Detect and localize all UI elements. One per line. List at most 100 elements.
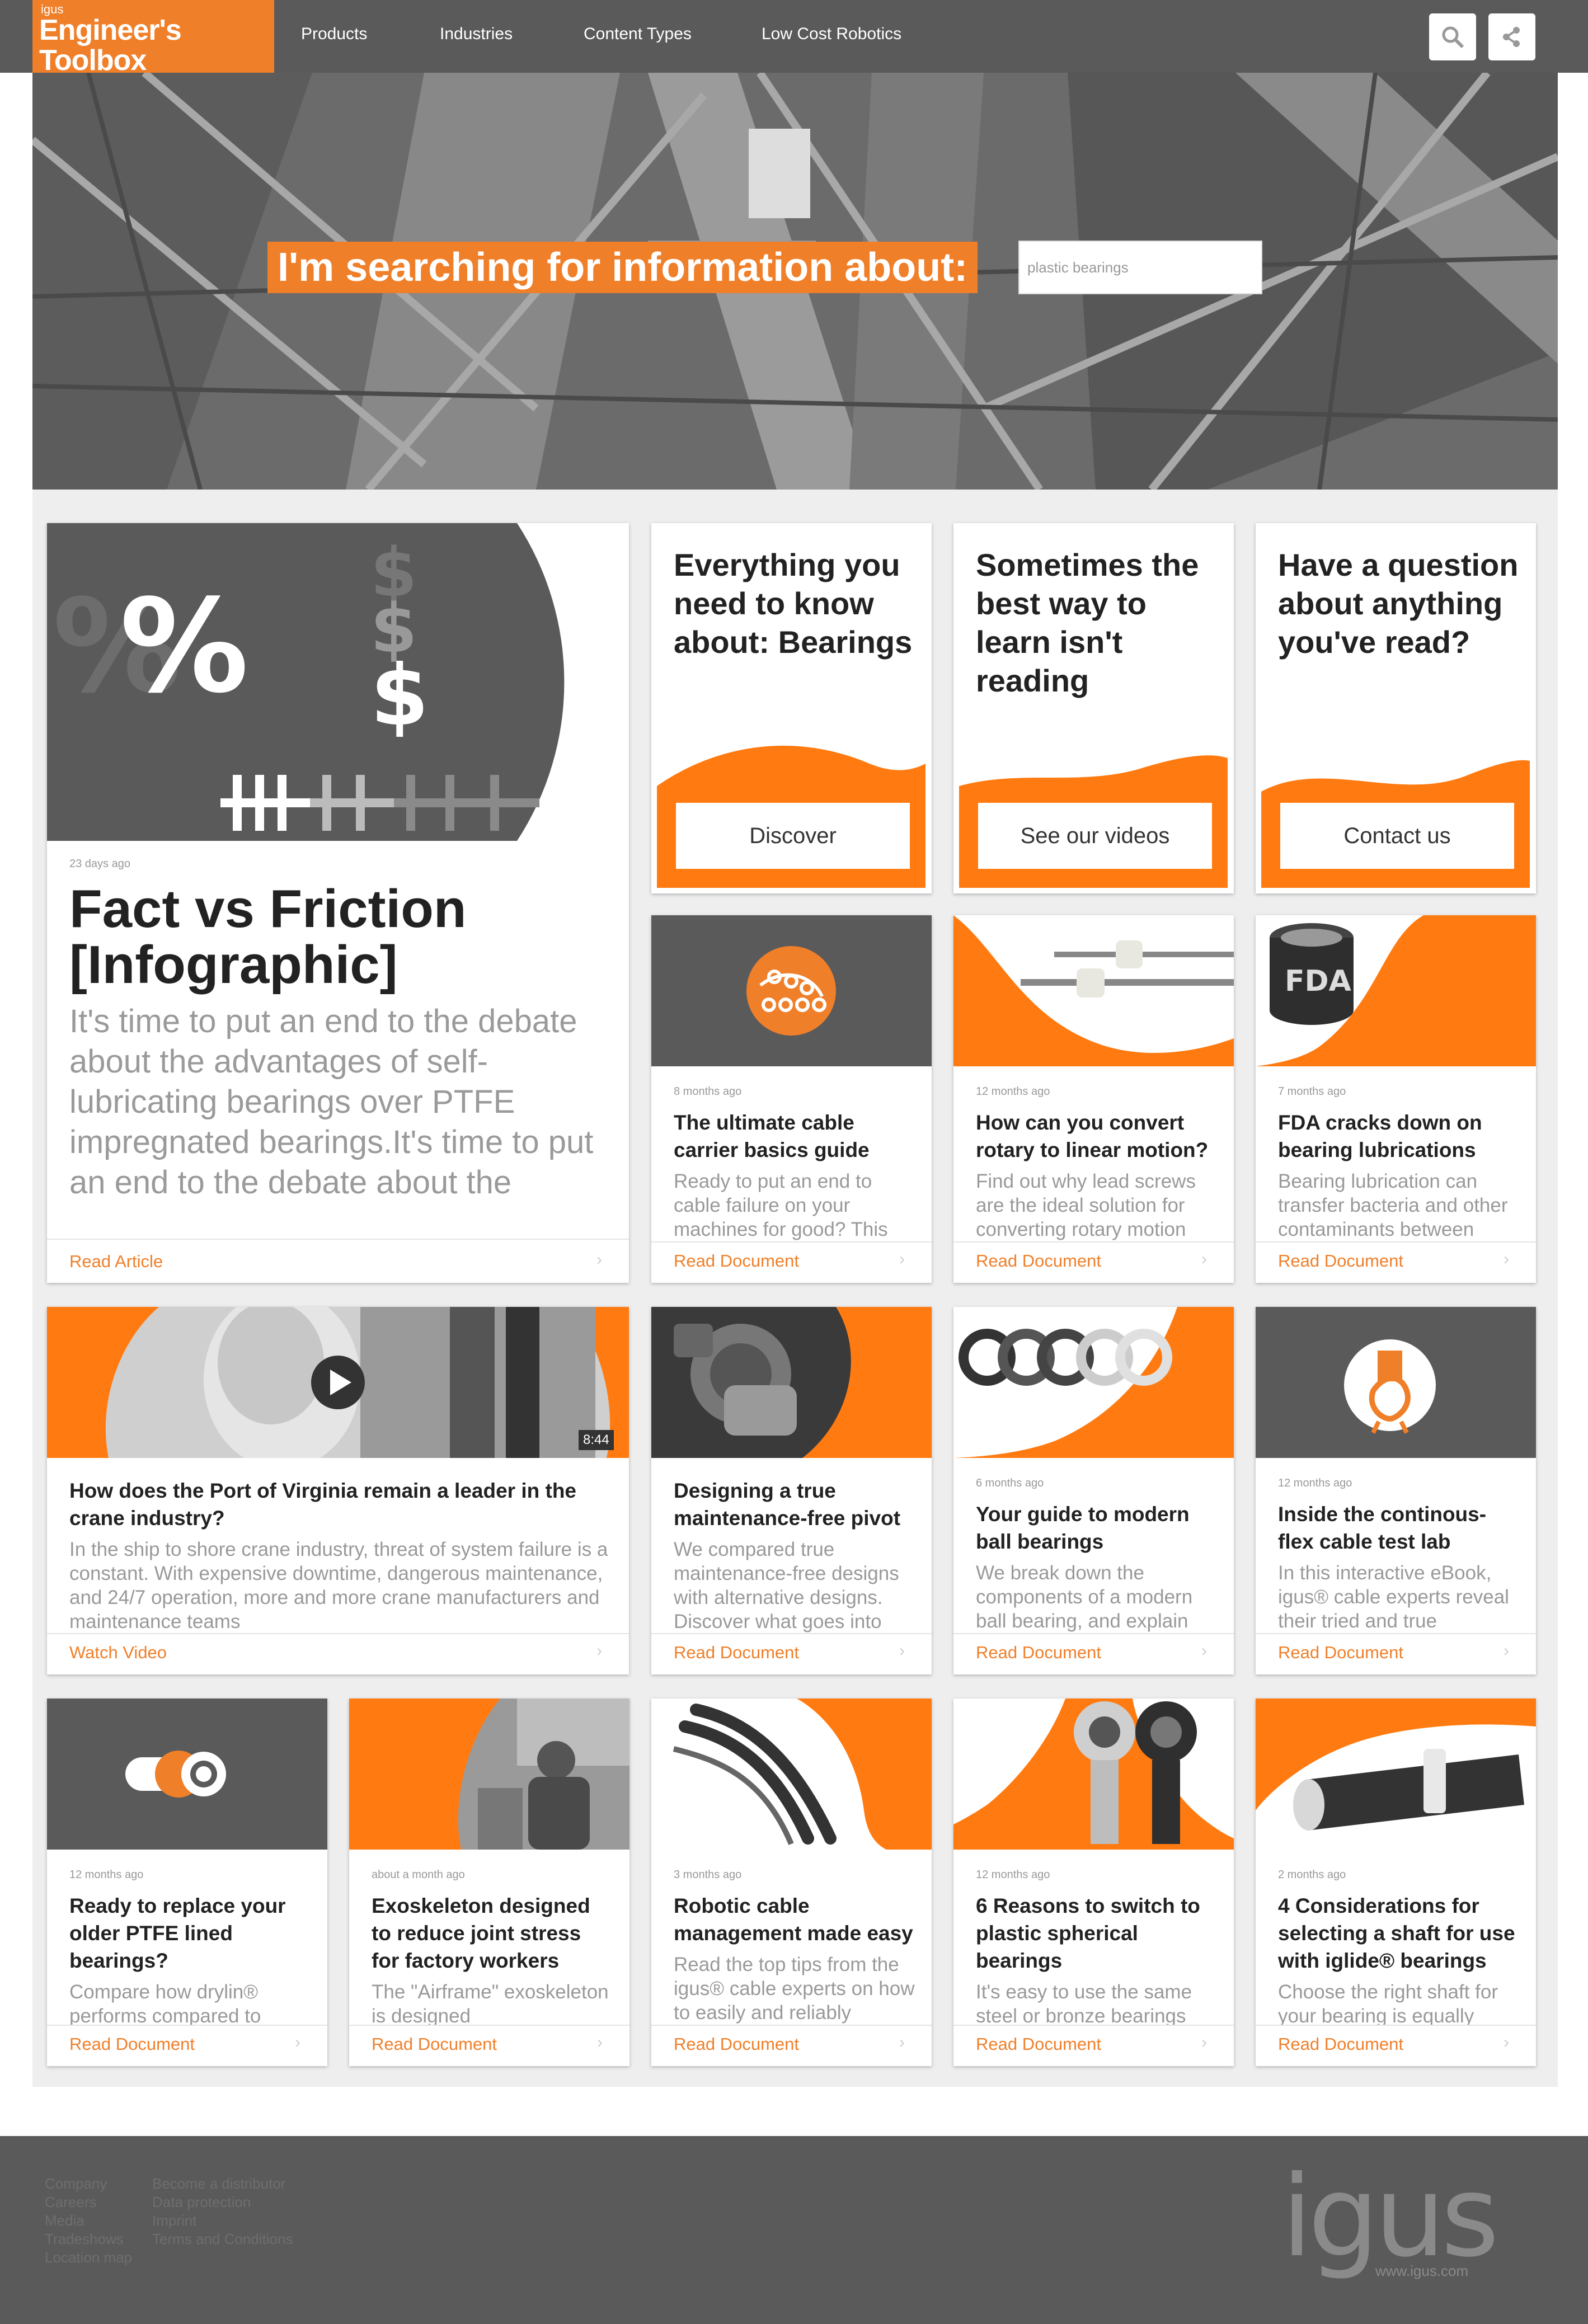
card-divider	[1256, 2025, 1536, 2026]
discover-button[interactable]: Discover	[676, 803, 910, 869]
card-title: Exoskeleton designed to reduce joint str…	[372, 1894, 590, 1972]
footer-link-location-map[interactable]: Location map	[45, 2248, 132, 2267]
footer-link-tradeshows[interactable]: Tradeshows	[45, 2230, 132, 2248]
card-ptfe-bearings[interactable]: 12 months ago Ready to replace your olde…	[47, 1699, 327, 2066]
share-button[interactable]	[1488, 13, 1535, 60]
footer-link-become-distributor[interactable]: Become a distributor	[152, 2175, 293, 2193]
chevron-right-icon: ›	[899, 1641, 905, 1660]
card-description: It's easy to use the same steel or bronz…	[976, 1981, 1192, 2025]
pivot-bearing-image	[651, 1307, 851, 1458]
card-age: 12 months ago	[1278, 1477, 1352, 1489]
card-description: We break down the components of a modern…	[976, 1562, 1193, 1632]
search-button[interactable]	[1429, 13, 1476, 60]
promo-card-bearings[interactable]: Everything you need to know about: Beari…	[651, 523, 932, 893]
chevron-right-icon: ›	[1504, 1250, 1509, 1268]
footer-links-col1: Company Careers Media Tradeshows Locatio…	[45, 2175, 132, 2267]
footer-link-careers[interactable]: Careers	[45, 2193, 132, 2212]
card-divider	[953, 1241, 1234, 1243]
card-thumbnail	[953, 915, 1234, 1066]
footer-link-company[interactable]: Company	[45, 2175, 132, 2193]
read-document-link[interactable]: Read Document	[372, 2034, 497, 2054]
read-document-link[interactable]: Read Document	[1278, 1643, 1403, 1663]
promo-title: Have a question about anything you've re…	[1278, 547, 1519, 660]
nav-industries[interactable]: Industries	[440, 25, 513, 44]
footer-link-media[interactable]: Media	[45, 2212, 132, 2230]
card-cable-test-lab[interactable]: 12 months ago Inside the continous-flex …	[1256, 1307, 1536, 1674]
card-title: Ready to replace your older PTFE lined b…	[69, 1894, 286, 1972]
card-cable-carrier[interactable]: 8 months ago The ultimate cable carrier …	[651, 915, 932, 1283]
card-age: about a month ago	[372, 1869, 465, 1881]
read-document-link[interactable]: Read Document	[674, 1643, 799, 1663]
engineers-toolbox-logo[interactable]: igus Engineer's Toolbox	[32, 0, 274, 78]
read-document-link[interactable]: Read Document	[1278, 1251, 1403, 1271]
shaft-bearing-image	[1256, 1699, 1536, 1831]
footer-link-imprint[interactable]: Imprint	[152, 2212, 293, 2230]
featured-description: It's time to put an end to the debate ab…	[69, 1003, 594, 1200]
hero-search-input[interactable]: plastic bearings	[1018, 241, 1262, 294]
nav-products[interactable]: Products	[301, 25, 367, 44]
chevron-right-icon: ›	[295, 2033, 300, 2052]
footer-link-data-protection[interactable]: Data protection	[152, 2193, 293, 2212]
rod-end-bearings-image	[953, 1699, 1234, 1844]
featured-thumbnail: % % $ $ $	[47, 523, 629, 841]
video-thumbnail[interactable]	[47, 1307, 629, 1458]
footer-link-terms[interactable]: Terms and Conditions	[152, 2230, 293, 2248]
chevron-right-icon: ›	[597, 2033, 603, 2052]
read-document-link[interactable]: Read Document	[976, 2034, 1101, 2054]
percent-dollar-infographic-image: % % $ $ $	[47, 523, 565, 841]
card-thumbnail	[1256, 1307, 1536, 1458]
footer-links-col2: Become a distributor Data protection Imp…	[152, 2175, 293, 2248]
card-description: In this interactive eBook, igus® cable e…	[1278, 1562, 1509, 1632]
card-description: Choose the right shaft for your bearing …	[1278, 1981, 1498, 2025]
video-title: How does the Port of Virginia remain a l…	[69, 1479, 577, 1530]
featured-title-line1: Fact vs Friction	[69, 879, 467, 939]
card-exoskeleton[interactable]: about a month ago Exoskeleton designed t…	[349, 1699, 629, 2066]
promo-card-contact[interactable]: Have a question about anything you've re…	[1256, 523, 1536, 893]
card-fda[interactable]: FDA 7 months ago FDA cracks down on bear…	[1256, 915, 1536, 1283]
card-description: Compare how drylin® performs compared to	[69, 1981, 261, 2025]
svg-text:$: $	[370, 647, 429, 745]
featured-read-article-link[interactable]: Read Article	[69, 1252, 163, 1272]
chevron-right-icon: ›	[1504, 1641, 1509, 1660]
card-age: 3 months ago	[674, 1869, 742, 1881]
video-card-port-of-virginia[interactable]: 8:44 How does the Port of Virginia remai…	[47, 1307, 629, 1674]
read-document-link[interactable]: Read Document	[674, 2034, 799, 2054]
card-shaft-selection[interactable]: 2 months ago 4 Considerations for select…	[1256, 1699, 1536, 2066]
card-ball-bearings[interactable]: 6 months ago Your guide to modern ball b…	[953, 1307, 1234, 1674]
promo-title: Sometimes the best way to learn isn't re…	[976, 547, 1199, 698]
chevron-right-icon: ›	[596, 1250, 602, 1269]
card-divider	[953, 2025, 1234, 2026]
igus-footer-logo[interactable]: igus www.igus.com	[1281, 2152, 1505, 2286]
card-maintenance-pivot[interactable]: Designing a true maintenance-free pivot …	[651, 1307, 932, 1674]
card-description: Find out why lead screws are the ideal s…	[976, 1170, 1196, 1240]
card-age: 12 months ago	[976, 1869, 1050, 1881]
card-title: 6 Reasons to switch to plastic spherical…	[976, 1894, 1200, 1972]
logo-line1: Engineer's	[39, 14, 182, 46]
toggle-bearings-icon	[125, 1751, 226, 1798]
read-document-link[interactable]: Read Document	[674, 1251, 799, 1271]
promo-card-videos[interactable]: Sometimes the best way to learn isn't re…	[953, 523, 1234, 893]
watch-video-link[interactable]: Watch Video	[69, 1643, 167, 1663]
nav-low-cost-robotics[interactable]: Low Cost Robotics	[762, 25, 901, 44]
lead-screw-image	[953, 915, 1234, 1066]
read-document-link[interactable]: Read Document	[69, 2034, 195, 2054]
card-title: The ultimate cable carrier basics guide	[674, 1111, 870, 1161]
card-description: Read the top tips from the igus® cable e…	[674, 1954, 915, 2024]
read-document-link[interactable]: Read Document	[976, 1643, 1101, 1663]
chevron-right-icon: ›	[899, 1250, 905, 1268]
card-title: Your guide to modern ball bearings	[976, 1503, 1190, 1553]
card-divider	[47, 2025, 327, 2026]
card-rotary-linear[interactable]: 12 months ago How can you convert rotary…	[953, 915, 1234, 1283]
featured-title-line2: [Infographic]	[69, 935, 398, 995]
logo-line2: Toolbox	[39, 44, 147, 77]
see-our-videos-button[interactable]: See our videos	[978, 803, 1212, 869]
contact-us-button[interactable]: Contact us	[1280, 803, 1514, 869]
nav-content-types[interactable]: Content Types	[584, 25, 692, 44]
card-title: Robotic cable management made easy	[674, 1894, 913, 1945]
card-spherical-bearings[interactable]: 12 months ago 6 Reasons to switch to pla…	[953, 1699, 1234, 2066]
read-document-link[interactable]: Read Document	[976, 1251, 1101, 1271]
read-document-link[interactable]: Read Document	[1278, 2034, 1403, 2054]
svg-text:%: %	[120, 572, 248, 722]
card-robotic-cable[interactable]: 3 months ago Robotic cable management ma…	[651, 1699, 932, 2066]
featured-article-card[interactable]: % % $ $ $ 23 days ago Fact vs Friction […	[47, 523, 629, 1283]
